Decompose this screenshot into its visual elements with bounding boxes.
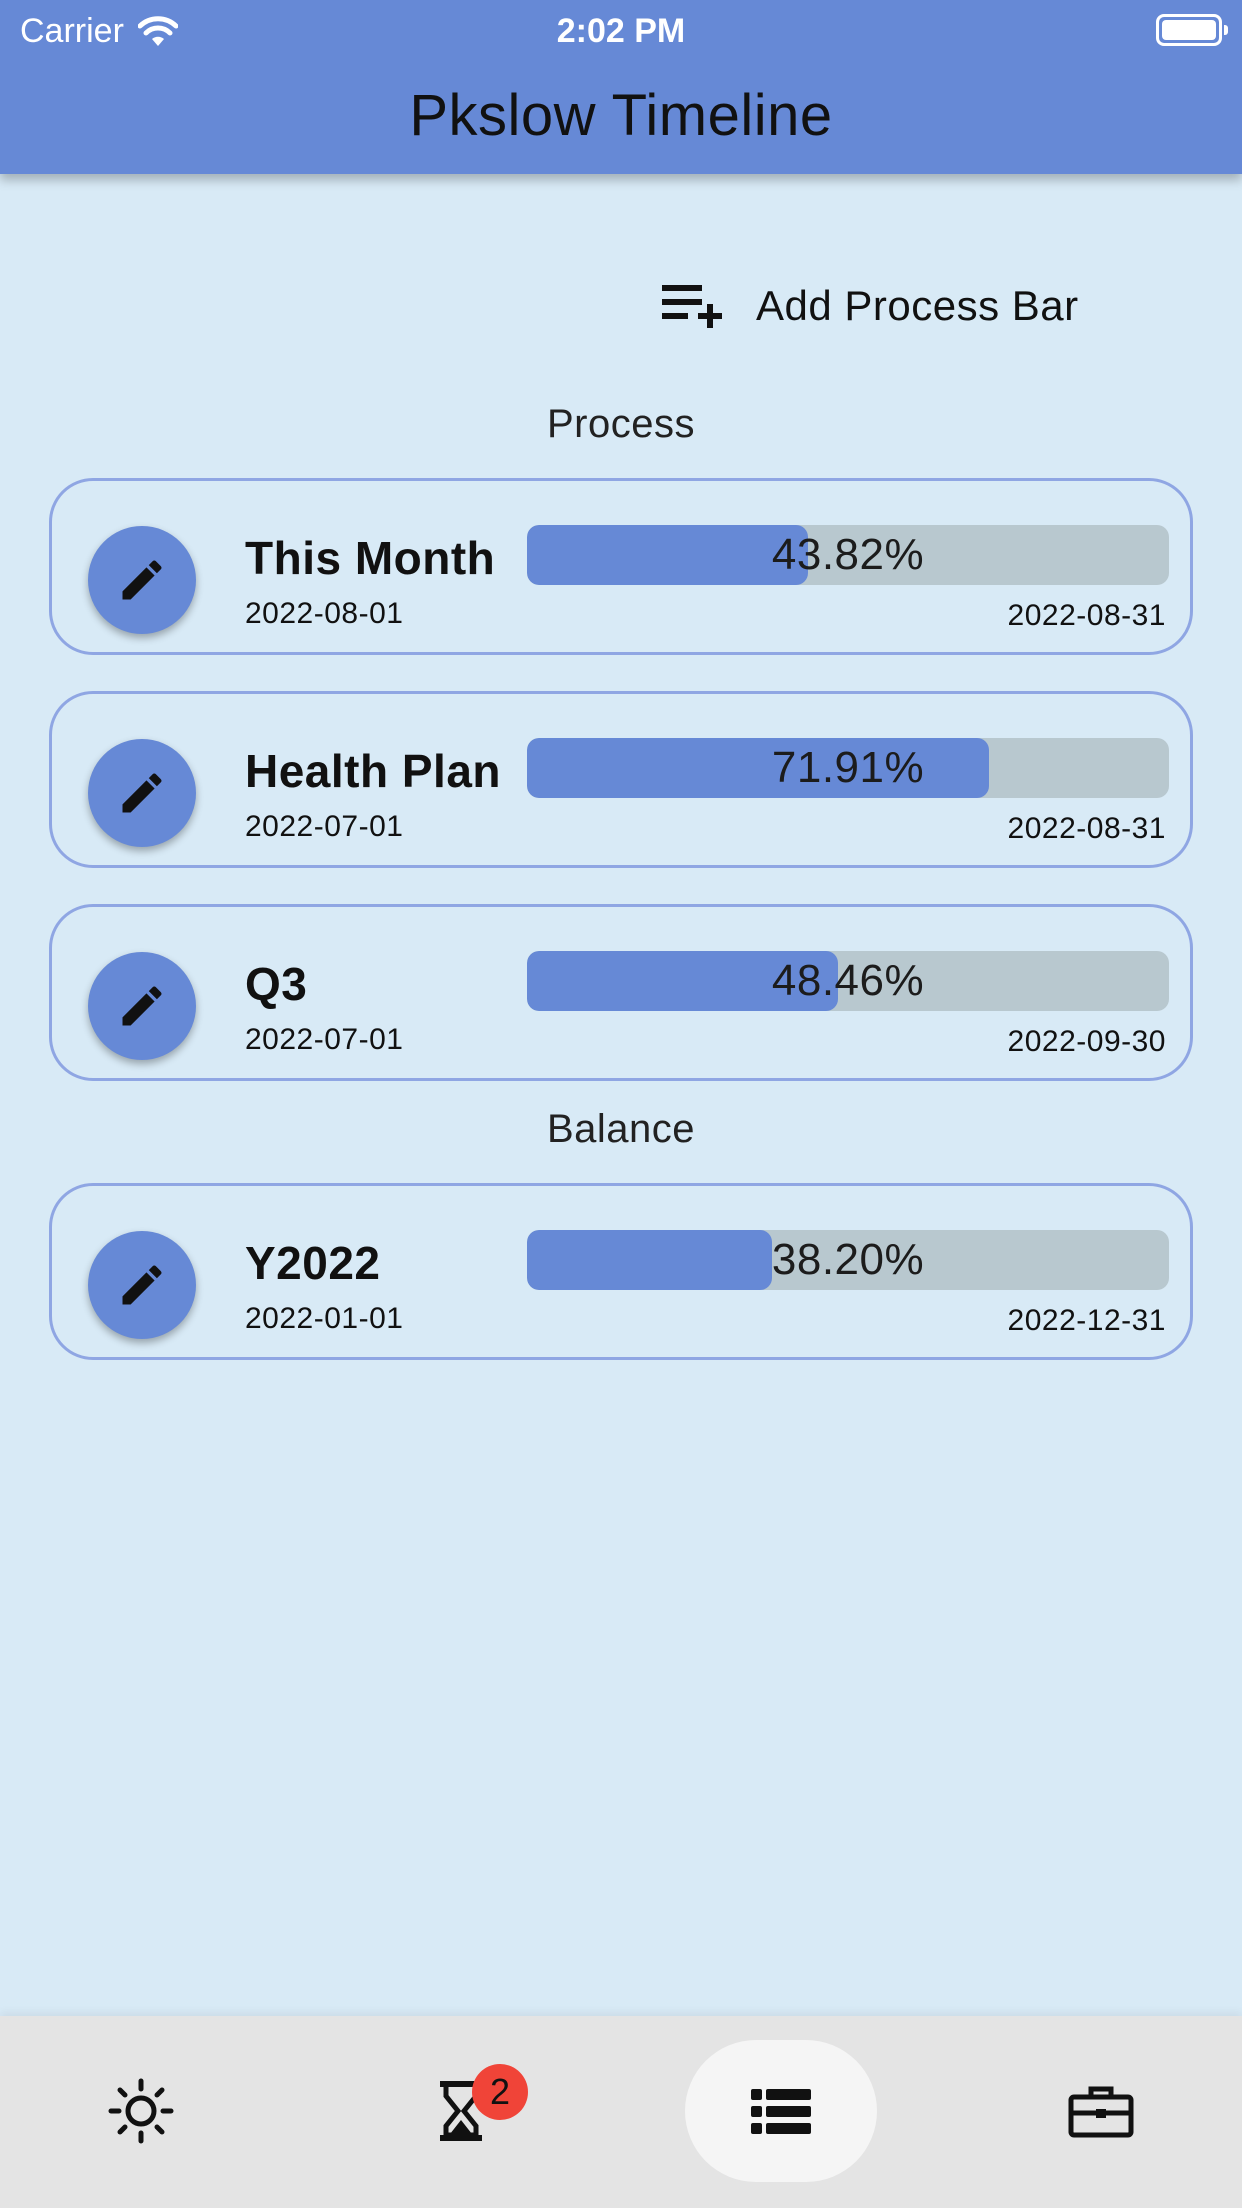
add-process-bar-button[interactable]: Add Process Bar bbox=[660, 274, 1120, 338]
process-card: Health Plan 2022-07-01 2022-08-31 71.91% bbox=[49, 691, 1193, 868]
section-title-process: Process bbox=[547, 402, 695, 446]
briefcase-icon bbox=[1068, 2086, 1134, 2138]
progress-bar: 48.46% bbox=[527, 951, 1169, 1011]
balance-card: Y2022 2022-01-01 2022-12-31 38.20% bbox=[49, 1183, 1193, 1360]
progress-percent: 48.46% bbox=[771, 956, 925, 1005]
process-card: This Month 2022-08-01 2022-08-31 43.82% bbox=[49, 478, 1193, 655]
section-title-balance: Balance bbox=[546, 1107, 696, 1151]
add-process-bar-label: Add Process Bar bbox=[756, 282, 1079, 329]
nav-item-list[interactable] bbox=[726, 2056, 836, 2166]
sun-icon bbox=[108, 2078, 174, 2144]
status-time: 2:02 PM bbox=[556, 12, 686, 50]
list-icon bbox=[751, 2089, 811, 2134]
playlist-add-icon bbox=[662, 285, 722, 328]
edit-button[interactable] bbox=[88, 1231, 196, 1339]
progress-bar: 43.82% bbox=[527, 525, 1169, 585]
end-date: 2022-08-31 bbox=[1007, 599, 1166, 632]
battery-icon bbox=[1156, 14, 1228, 46]
edit-button[interactable] bbox=[88, 739, 196, 847]
end-date: 2022-12-31 bbox=[1007, 1304, 1166, 1337]
status-bar: Carrier 2:02 PM bbox=[0, 0, 1242, 62]
start-date: 2022-08-01 bbox=[245, 597, 404, 630]
progress-percent: 71.91% bbox=[771, 743, 925, 792]
nav-item-sun[interactable] bbox=[86, 2056, 196, 2166]
edit-button[interactable] bbox=[88, 952, 196, 1060]
pencil-icon bbox=[122, 560, 162, 600]
process-name: Q3 bbox=[245, 958, 308, 1010]
pencil-icon bbox=[122, 1265, 162, 1305]
balance-name: Y2022 bbox=[245, 1237, 381, 1289]
end-date: 2022-09-30 bbox=[1007, 1025, 1166, 1058]
pencil-icon bbox=[122, 986, 162, 1026]
progress-bar: 38.20% bbox=[527, 1230, 1169, 1290]
pencil-icon bbox=[122, 773, 162, 813]
process-name: Health Plan bbox=[245, 745, 502, 797]
process-name: This Month bbox=[245, 532, 496, 584]
page-title: Pkslow Timeline bbox=[409, 83, 833, 148]
app-bar: Carrier 2:02 PM Pkslow Timeline bbox=[0, 0, 1242, 174]
progress-percent: 43.82% bbox=[771, 530, 925, 579]
progress-bar: 71.91% bbox=[527, 738, 1169, 798]
start-date: 2022-07-01 bbox=[245, 810, 404, 843]
start-date: 2022-07-01 bbox=[245, 1023, 404, 1056]
bottom-navigation bbox=[0, 2016, 1242, 2208]
notification-badge: 2 bbox=[472, 2064, 528, 2120]
edit-button[interactable] bbox=[88, 526, 196, 634]
progress-percent: 38.20% bbox=[771, 1235, 925, 1284]
process-card: Q3 2022-07-01 2022-09-30 48.46% bbox=[49, 904, 1193, 1081]
end-date: 2022-08-31 bbox=[1007, 812, 1166, 845]
nav-item-briefcase[interactable] bbox=[1046, 2056, 1156, 2166]
start-date: 2022-01-01 bbox=[245, 1302, 404, 1335]
